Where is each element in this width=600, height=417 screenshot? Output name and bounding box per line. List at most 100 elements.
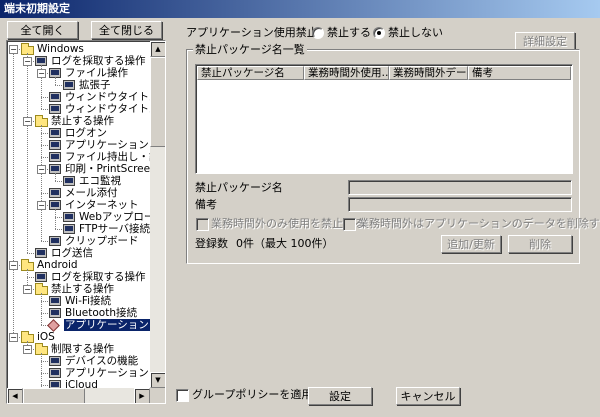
tree-item[interactable]: アプリケーション	[7, 319, 150, 332]
tree-item[interactable]: FTPサーバ接続	[7, 223, 150, 235]
package-list[interactable]: 禁止パッケージ名 業務時間外使用… 業務時間外デー… 備考	[195, 64, 573, 174]
tree-expander-minus-icon[interactable]: −	[23, 345, 32, 354]
tree-item[interactable]: Bluetooth接続	[7, 307, 150, 319]
tree-item[interactable]: メール添付	[7, 187, 150, 199]
tree-expander-minus-icon[interactable]: −	[9, 45, 18, 54]
tree-item-label: Webアップロード・ダウンロード	[79, 211, 150, 223]
tree-item-label-selected: アプリケーション	[64, 319, 150, 331]
settings-tree[interactable]: −Windows−ログを採取する操作−ファイル操作拡張子ウィンドウタイトルフィル…	[6, 40, 166, 404]
tree-item[interactable]: 拡張子	[7, 79, 150, 91]
ok-button[interactable]: 設定	[308, 387, 372, 405]
tree-item-label: デバイスの機能	[65, 355, 139, 367]
tree-item[interactable]: ファイル持出し・読み込み	[7, 151, 150, 163]
tree-item[interactable]: iCloud	[7, 379, 150, 388]
offhours-only-label[interactable]: 業務時間外のみ使用を禁止する	[211, 217, 365, 231]
tree-expander-minus-icon[interactable]: −	[37, 69, 46, 78]
cancel-button[interactable]: キャンセル	[396, 387, 460, 405]
note-field[interactable]	[348, 197, 572, 212]
offhours-only-checkbox[interactable]	[196, 218, 209, 231]
radio-prohibit[interactable]	[312, 27, 324, 39]
tree-item-label: 印刷・PrintScreen	[65, 163, 150, 175]
package-name-label: 禁止パッケージ名	[195, 181, 283, 194]
tree-item[interactable]: エコ監視	[7, 175, 150, 187]
scroll-left-arrow-icon[interactable]: ◀	[7, 388, 23, 403]
tree-item[interactable]: ログ送信	[7, 247, 150, 259]
column-offhours-use[interactable]: 業務時間外使用…	[304, 66, 389, 80]
tree-item-label: ログを採取する操作	[51, 271, 146, 283]
monitor-icon	[49, 140, 61, 150]
tree-item[interactable]: アプリケーション	[7, 367, 150, 379]
column-note[interactable]: 備考	[468, 66, 571, 80]
tree-item-label: Windows	[37, 43, 84, 55]
scroll-up-arrow-icon[interactable]: ▲	[150, 41, 165, 57]
count-value: 0件（最大 100件）	[236, 237, 334, 250]
tree-item[interactable]: − Windows	[7, 43, 150, 55]
scroll-down-arrow-icon[interactable]: ▼	[150, 372, 165, 388]
delete-data-label[interactable]: 業務時間外はアプリケーションのデータを削除する	[358, 217, 600, 231]
expand-all-button[interactable]: 全て開く	[7, 21, 78, 39]
tree-item-label: アプリケーション	[65, 367, 149, 379]
tree-item[interactable]: − ログを採取する操作	[7, 55, 150, 67]
tree-content: −Windows−ログを採取する操作−ファイル操作拡張子ウィンドウタイトルフィル…	[7, 41, 150, 388]
radio-allow[interactable]	[373, 27, 385, 39]
tree-expander-minus-icon[interactable]: −	[9, 261, 18, 270]
monitor-icon	[63, 212, 75, 222]
tree-item[interactable]: ウィンドウタイトル画面キャプチャ	[7, 103, 150, 115]
monitor-icon	[49, 152, 61, 162]
tree-item[interactable]: Webアップロード・ダウンロード	[7, 211, 150, 223]
monitor-icon	[49, 296, 61, 306]
group-policy-checkbox[interactable]	[176, 389, 189, 402]
tree-item[interactable]: クリップボード	[7, 235, 150, 247]
column-offhours-data[interactable]: 業務時間外デー…	[389, 66, 468, 80]
tree-item-label: Android	[37, 259, 78, 271]
tree-item-label: クリップボード	[65, 235, 139, 247]
scroll-right-arrow-icon[interactable]: ▶	[134, 388, 150, 403]
tree-item[interactable]: − 印刷・PrintScreen	[7, 163, 150, 175]
tree-item[interactable]: Wi-Fi接続	[7, 295, 150, 307]
horizontal-scroll-thumb[interactable]	[23, 388, 85, 403]
title-bar[interactable]: 端末初期設定	[0, 0, 600, 18]
delete-button[interactable]: 削除	[508, 235, 572, 253]
tree-expander-minus-icon[interactable]: −	[23, 117, 32, 126]
radio-prohibit-label[interactable]: 禁止する	[327, 26, 371, 40]
tree-item-label: ウィンドウタイトルフィルタ	[65, 91, 150, 103]
tree-expander-minus-icon[interactable]: −	[37, 165, 46, 174]
tree-item[interactable]: − 禁止する操作	[7, 115, 150, 127]
count-label: 登録数	[195, 237, 228, 250]
package-name-field[interactable]	[348, 180, 572, 195]
tree-expander-minus-icon[interactable]: −	[37, 201, 46, 210]
tree-item-label: 制限する操作	[51, 343, 114, 355]
tree-expander-minus-icon[interactable]: −	[9, 333, 18, 342]
tree-item[interactable]: − 禁止する操作	[7, 283, 150, 295]
tree-item[interactable]: − ファイル操作	[7, 67, 150, 79]
tree-item[interactable]: − Android	[7, 259, 150, 271]
tree-horizontal-scrollbar[interactable]: ◀ ▶	[7, 388, 150, 403]
tree-item[interactable]: − iOS	[7, 331, 150, 343]
tree-item[interactable]: ログオン	[7, 127, 150, 139]
monitor-icon	[63, 224, 75, 234]
tree-item[interactable]: ログを採取する操作	[7, 271, 150, 283]
monitor-icon	[63, 176, 75, 186]
tree-item[interactable]: デバイスの機能	[7, 355, 150, 367]
monitor-icon	[63, 80, 75, 90]
radio-allow-label[interactable]: 禁止しない	[388, 26, 443, 40]
tree-item-label: iCloud	[65, 379, 98, 388]
tree-item[interactable]: − インターネット	[7, 199, 150, 211]
delete-data-checkbox[interactable]	[343, 218, 356, 231]
add-update-button[interactable]: 追加/更新	[441, 235, 501, 253]
monitor-icon	[49, 368, 61, 378]
collapse-all-button[interactable]: 全て閉じる	[91, 21, 162, 39]
tree-item[interactable]: アプリケーション	[7, 139, 150, 151]
tree-vertical-scrollbar[interactable]: ▲ ▼	[150, 41, 165, 388]
monitor-icon	[49, 104, 61, 114]
tree-item[interactable]: ウィンドウタイトルフィルタ	[7, 91, 150, 103]
tree-expander-minus-icon[interactable]: −	[23, 57, 32, 66]
dialog-window: 端末初期設定 全て開く 全て閉じる − Windows − ログを採取する操作 − ファイ…	[0, 0, 600, 417]
tree-item-label: FTPサーバ接続	[79, 223, 150, 235]
group-policy-label[interactable]: グループポリシーを適用	[192, 388, 312, 402]
vertical-scroll-thumb[interactable]	[150, 57, 165, 147]
column-package-name[interactable]: 禁止パッケージ名	[197, 66, 304, 80]
detail-settings-button[interactable]: 詳細設定	[515, 32, 575, 50]
tree-expander-minus-icon[interactable]: −	[23, 285, 32, 294]
tree-item[interactable]: − 制限する操作	[7, 343, 150, 355]
